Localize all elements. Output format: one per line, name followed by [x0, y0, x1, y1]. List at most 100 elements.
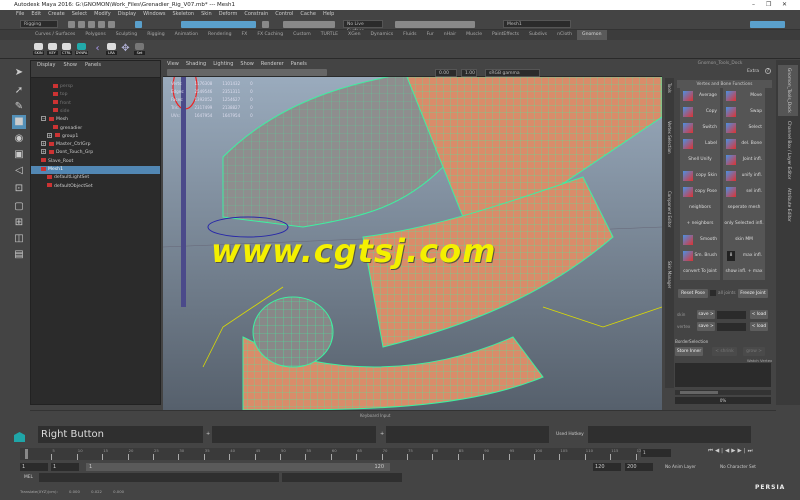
- max-infl-value[interactable]: 8: [727, 251, 735, 261]
- outliner-item[interactable]: persp: [53, 83, 73, 91]
- playback-controls[interactable]: ⏮◀|◀▶▶|⏭: [708, 448, 788, 456]
- tab-skin-manager[interactable]: Skin Manager: [665, 258, 674, 291]
- tool-button-average[interactable]: Average: [680, 88, 720, 104]
- tool-button-shell-unify[interactable]: Shell Unify: [680, 152, 720, 168]
- object-name-field[interactable]: Mesh1: [503, 20, 571, 28]
- menu-select[interactable]: Select: [72, 10, 87, 18]
- tool-button-copy[interactable]: Copy: [680, 104, 720, 120]
- viewport-menu-shading[interactable]: Shading: [186, 60, 206, 68]
- menu-modify[interactable]: Modify: [94, 10, 111, 18]
- select-hierarchy-icon[interactable]: [135, 20, 142, 28]
- tool-button-seperate-mesh[interactable]: seperate mesh: [723, 200, 765, 216]
- mel-label[interactable]: MEL: [24, 475, 33, 480]
- outliner-item[interactable]: defaultLightSet: [47, 174, 89, 182]
- tab-component-editor[interactable]: Component Editor: [665, 188, 674, 230]
- tool-button-convert-to-joint[interactable]: convert To Joint: [680, 264, 720, 280]
- layout-icon[interactable]: ⊡: [12, 182, 26, 196]
- viewport-menu-show[interactable]: Show: [240, 60, 254, 68]
- extra-menu[interactable]: Extra: [747, 69, 759, 74]
- outliner-item[interactable]: − Mesh: [41, 116, 68, 124]
- shelf-dynpa-button[interactable]: DYNPA: [75, 43, 88, 56]
- menu-skin[interactable]: Skin: [201, 10, 212, 18]
- tool-button-skin-mm[interactable]: skin MM: [723, 232, 765, 248]
- outliner-item[interactable]: Mesh1: [31, 166, 160, 174]
- shelf-skin-button[interactable]: SKIN: [33, 43, 44, 56]
- menu-control[interactable]: Control: [275, 10, 293, 18]
- layout-side-icon[interactable]: ◫: [12, 232, 26, 246]
- outliner-menu-show[interactable]: Show: [63, 61, 77, 69]
- layout-outliner-icon[interactable]: ▤: [12, 248, 26, 262]
- tool-button-swap[interactable]: Swap: [723, 104, 765, 120]
- tab-tools[interactable]: Tools: [665, 80, 674, 96]
- tab-attribute-editor[interactable]: Attribute Editor: [778, 185, 798, 225]
- tool-button-smooth[interactable]: Smooth: [680, 232, 720, 248]
- outliner-menu-display[interactable]: Display: [37, 61, 55, 69]
- move-tool-icon[interactable]: ■: [12, 115, 26, 129]
- outliner-item[interactable]: grenadier: [53, 125, 82, 133]
- tab-gnomon-tools-dock[interactable]: Gnomon_Tools_Dock: [778, 65, 798, 116]
- grow-button[interactable]: grow >: [743, 347, 765, 356]
- tool-button-show-infl-max[interactable]: show infl. + max: [723, 264, 765, 280]
- tool-button-select[interactable]: Select: [723, 120, 765, 136]
- outliner-search[interactable]: [31, 69, 160, 78]
- outliner-item[interactable]: top: [53, 91, 68, 99]
- 3d-scene[interactable]: Verts: 1176308 1101432 0 Edges: 2549546 235131…: [163, 77, 662, 410]
- shelf-tab-rendering[interactable]: Rendering: [203, 30, 236, 40]
- tool-button-switch[interactable]: Switch: [680, 120, 720, 136]
- outliner-item[interactable]: front: [53, 100, 71, 108]
- modifier-field[interactable]: [212, 426, 376, 443]
- menu-deform[interactable]: Deform: [219, 10, 238, 18]
- last-tool-icon[interactable]: ◁: [12, 164, 26, 178]
- shelf-tab-xgen[interactable]: XGen: [343, 30, 365, 40]
- shelf-tab-turtle[interactable]: TURTLE: [316, 30, 343, 40]
- tool-button-neighbors[interactable]: neighbors: [680, 200, 720, 216]
- outliner-item[interactable]: + Master_CtrlGrp: [41, 141, 91, 149]
- tool-button-sm-brush[interactable]: Sm. Brush: [680, 248, 720, 264]
- shelf-tab-dynamics[interactable]: Dynamics: [366, 30, 399, 40]
- viewport-menu-lighting[interactable]: Lighting: [213, 60, 233, 68]
- layout-four-icon[interactable]: ⊞: [12, 216, 26, 230]
- menu-windows[interactable]: Windows: [143, 10, 165, 18]
- key-input-field[interactable]: Right Button: [38, 426, 203, 443]
- menu-file[interactable]: File: [16, 10, 24, 18]
- shelf-tab-sculpting[interactable]: Sculpting: [111, 30, 142, 40]
- shelf-tab-rigging[interactable]: Rigging: [142, 30, 169, 40]
- tool-button-move[interactable]: Move: [723, 88, 765, 104]
- menu-skeleton[interactable]: Skeleton: [172, 10, 194, 18]
- playback-end-field[interactable]: 120: [593, 463, 621, 471]
- shelf-tab-fx-caching[interactable]: FX Caching: [252, 30, 288, 40]
- tool-button-unify-infl-[interactable]: unify infl.: [723, 168, 765, 184]
- store-inner-button[interactable]: Store Inner: [675, 347, 703, 356]
- new-scene-icon[interactable]: [68, 20, 75, 28]
- shelf-tab-ncloth[interactable]: nCloth: [552, 30, 577, 40]
- freeze-joint-button[interactable]: Freeze Joint: [738, 289, 768, 298]
- vertex-save-button[interactable]: save >: [697, 322, 715, 331]
- live-surface-field[interactable]: No Live Surface: [343, 20, 383, 34]
- save-scene-icon[interactable]: [88, 20, 95, 28]
- tool-button--neighbors[interactable]: + neighbors: [680, 216, 720, 232]
- render-icons[interactable]: [395, 20, 475, 28]
- tool-button-copy-skin[interactable]: copy Skin: [680, 168, 720, 184]
- tab-channel-box[interactable]: Channel Box / Layer Editor: [778, 118, 798, 182]
- shelf-tab-nhair[interactable]: nHair: [439, 30, 461, 40]
- viewport-menu-view[interactable]: View: [167, 60, 179, 68]
- viewport-menu-panels[interactable]: Panels: [291, 60, 307, 68]
- shelf-joint-icon[interactable]: ‹: [92, 43, 103, 56]
- shelf-tab-fx[interactable]: FX: [237, 30, 253, 40]
- end-time-field[interactable]: 200: [625, 463, 653, 471]
- vertex-field[interactable]: [717, 323, 746, 331]
- skin-load-button[interactable]: < load: [750, 310, 768, 319]
- close-button[interactable]: ✕: [782, 0, 787, 10]
- outliner-item[interactable]: side: [53, 108, 69, 116]
- outliner-item[interactable]: + group1: [47, 132, 78, 141]
- shelf-tab-painteffects[interactable]: PaintEffects: [487, 30, 524, 40]
- viewport-menu-renderer[interactable]: Renderer: [261, 60, 284, 68]
- paint-select-icon[interactable]: ✎: [12, 100, 26, 114]
- shelf-tab-curves-surfaces[interactable]: Curves / Surfaces: [30, 30, 80, 40]
- undo-icon[interactable]: [98, 20, 105, 28]
- select-tool-icon[interactable]: ➤: [12, 66, 26, 80]
- menu-cache[interactable]: Cache: [300, 10, 316, 18]
- viewport-panel[interactable]: View Shading Lighting Show Renderer Panels 0.…: [163, 60, 662, 410]
- exposure-field[interactable]: 0.00: [435, 68, 457, 77]
- panel-toolbar-icons[interactable]: [167, 69, 327, 76]
